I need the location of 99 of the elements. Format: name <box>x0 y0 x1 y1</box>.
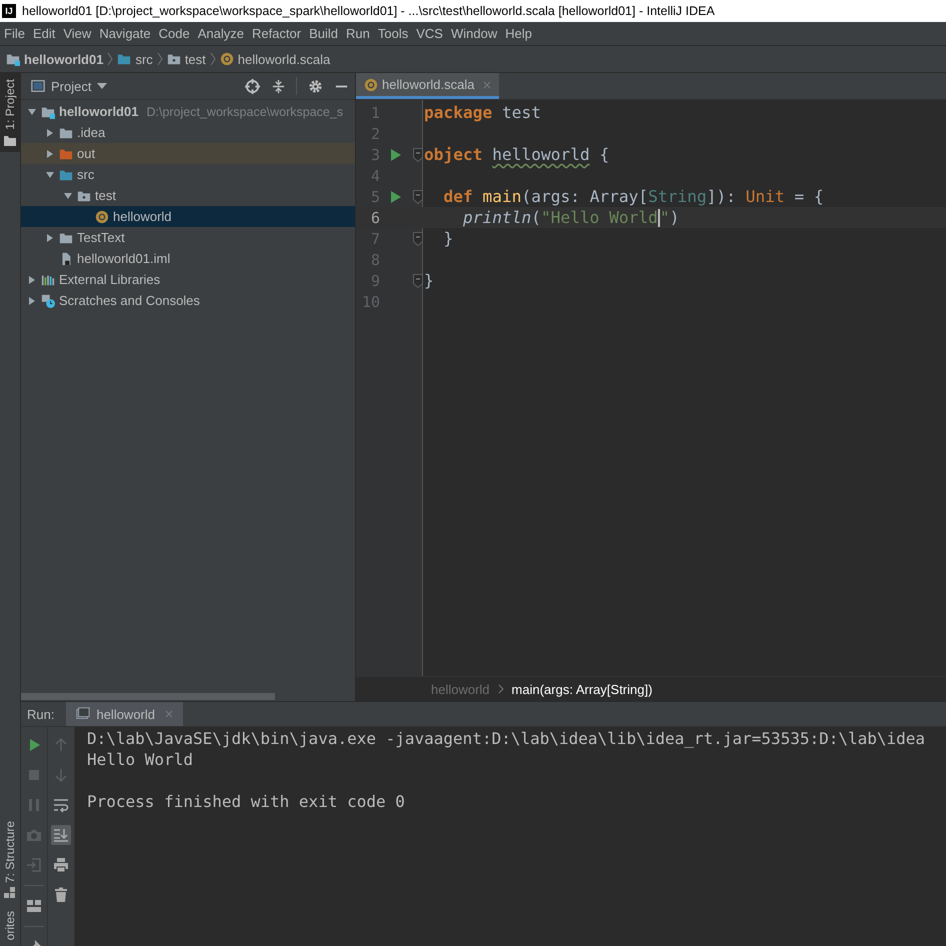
editor-tab[interactable]: helloworld.scala <box>356 73 498 99</box>
fold-marker-icon[interactable] <box>413 232 423 246</box>
menu-item[interactable]: Navigate <box>95 26 155 41</box>
tree-item[interactable]: External Libraries <box>21 269 355 290</box>
tree-item-label: .idea <box>77 125 106 140</box>
tree-item-label: TestText <box>77 230 125 245</box>
fold-marker-icon[interactable] <box>413 148 423 162</box>
package-folder-icon <box>77 188 91 202</box>
dropdown-arrow-icon[interactable] <box>97 83 108 89</box>
structure-icon <box>4 886 16 899</box>
tool-window-button[interactable]: orites <box>0 904 20 946</box>
collapsed-arrow-icon[interactable] <box>27 296 37 306</box>
folder-icon <box>59 230 73 244</box>
tool-window-button[interactable]: 1: Project <box>0 73 20 152</box>
package-folder-icon <box>166 52 181 66</box>
tool-window-button[interactable]: 7: Structure <box>0 814 20 905</box>
tree-item-label: src <box>77 167 94 182</box>
menu-item[interactable]: Edit <box>28 26 60 41</box>
tree-item[interactable]: out <box>21 143 355 164</box>
chevron-icon <box>210 51 216 67</box>
tree-item[interactable]: .idea <box>21 122 355 143</box>
expanded-arrow-icon[interactable] <box>63 190 73 200</box>
chevron-icon <box>498 684 504 694</box>
menu-item[interactable]: File <box>0 26 29 41</box>
panel-title: Run: <box>27 706 54 722</box>
tree-item-label: test <box>95 188 116 203</box>
scrollbar-thumb[interactable] <box>21 692 275 700</box>
folder-icon <box>117 52 132 66</box>
breadcrumb-item[interactable]: helloworld.scala <box>238 52 330 66</box>
run-gutter-icon[interactable] <box>391 148 401 160</box>
fold-marker-icon[interactable] <box>413 274 423 288</box>
window-title: helloworld01 [D:\project_workspace\workspace_spark\helloworld01] - ...\src\test\helloworld.scala [helloworld01] - IntelliJ IDEA <box>22 4 715 18</box>
line-number: 6 <box>370 208 380 226</box>
tree-item-label: helloworld01 <box>59 104 138 119</box>
fold-marker-icon[interactable] <box>413 190 423 204</box>
collapsed-arrow-icon[interactable] <box>45 128 55 138</box>
tree-item-label: out <box>77 146 96 161</box>
tree-item[interactable]: src <box>21 164 355 185</box>
libraries-icon <box>41 272 55 286</box>
run-tab[interactable]: helloworld <box>66 702 184 726</box>
menu-item[interactable]: Help <box>501 26 536 41</box>
expanded-arrow-icon[interactable] <box>27 106 37 116</box>
scratches-icon <box>41 294 55 308</box>
breadcrumb-item[interactable]: helloworld <box>431 682 490 696</box>
folder-icon <box>59 146 73 160</box>
menu-item[interactable]: Build <box>305 26 342 41</box>
code-line: } <box>424 271 434 290</box>
collapsed-arrow-icon[interactable] <box>45 232 55 242</box>
menu-item[interactable]: Analyze <box>194 26 248 41</box>
tree-item[interactable]: test <box>21 185 355 206</box>
tree-item[interactable]: helloworld01 D:\project_workspace\workspace_s <box>21 101 355 122</box>
module-folder-icon <box>6 52 20 66</box>
breadcrumb-item[interactable]: test <box>184 52 206 66</box>
breadcrumb-item[interactable]: helloworld01 <box>24 52 104 66</box>
app-logo: IJ <box>2 4 16 18</box>
breadcrumb-item[interactable]: main(args: Array[String]) <box>512 682 652 696</box>
tree-item-label: External Libraries <box>59 272 160 287</box>
breadcrumb-item[interactable]: src <box>135 52 153 66</box>
menu-item[interactable]: Run <box>342 26 374 41</box>
menu-item[interactable]: Code <box>154 26 194 41</box>
settings-icon[interactable] <box>308 78 323 94</box>
code-line: object helloworld { <box>424 145 610 164</box>
scroll-to-end-icon[interactable] <box>51 825 71 845</box>
folder-icon <box>59 126 73 140</box>
folder-icon <box>4 134 16 146</box>
menu-item[interactable]: Tools <box>374 26 412 41</box>
collapsed-arrow-icon[interactable] <box>45 148 55 158</box>
menu-item[interactable]: VCS <box>412 26 447 41</box>
object-file-icon <box>364 78 378 92</box>
panel-icon <box>31 79 45 93</box>
object-file-icon <box>220 52 234 66</box>
tree-item[interactable]: Scratches and Consoles <box>21 290 355 311</box>
code-line: def main(args: Array[String]): Unit = { <box>442 187 824 206</box>
tree-item-label: helloworld01.iml <box>77 251 170 266</box>
chevron-icon <box>156 51 163 67</box>
folder-icon <box>59 168 73 182</box>
module-path: D:\project_workspace\workspace_s <box>146 104 344 118</box>
panel-title[interactable]: Project <box>51 78 92 94</box>
collapsed-arrow-icon[interactable] <box>27 274 37 284</box>
object-file-icon <box>95 210 109 224</box>
tree-item[interactable]: TestText <box>21 227 355 248</box>
console-output: D:\lab\JavaSE\jdk\bin\java.exe -javaagent:D:\lab\idea\lib\idea_rt.jar=53535:D:\lab\idea Hello World Process finished with exit code 0 <box>75 727 946 946</box>
menu-item[interactable]: Window <box>446 26 502 41</box>
locate-icon[interactable] <box>245 78 260 94</box>
expanded-arrow-icon[interactable] <box>45 170 55 180</box>
tree-item[interactable]: helloworld <box>21 206 355 227</box>
chevron-icon <box>107 51 114 67</box>
collapse-all-icon[interactable] <box>271 78 286 94</box>
tree-item[interactable]: helloworld01.iml <box>21 248 355 269</box>
module-folder-icon <box>41 104 55 118</box>
menu-item[interactable]: Refactor <box>248 26 306 41</box>
tree-item-label: Scratches and Consoles <box>59 293 200 308</box>
code-line: println("Hello World") <box>462 208 680 228</box>
menu-item[interactable]: View <box>59 26 96 41</box>
window-icon <box>76 707 90 721</box>
tree-item-label: helloworld <box>113 209 172 224</box>
code-line: package test <box>424 103 541 122</box>
run-gutter-icon[interactable] <box>391 190 401 202</box>
code-line: } <box>442 229 454 248</box>
